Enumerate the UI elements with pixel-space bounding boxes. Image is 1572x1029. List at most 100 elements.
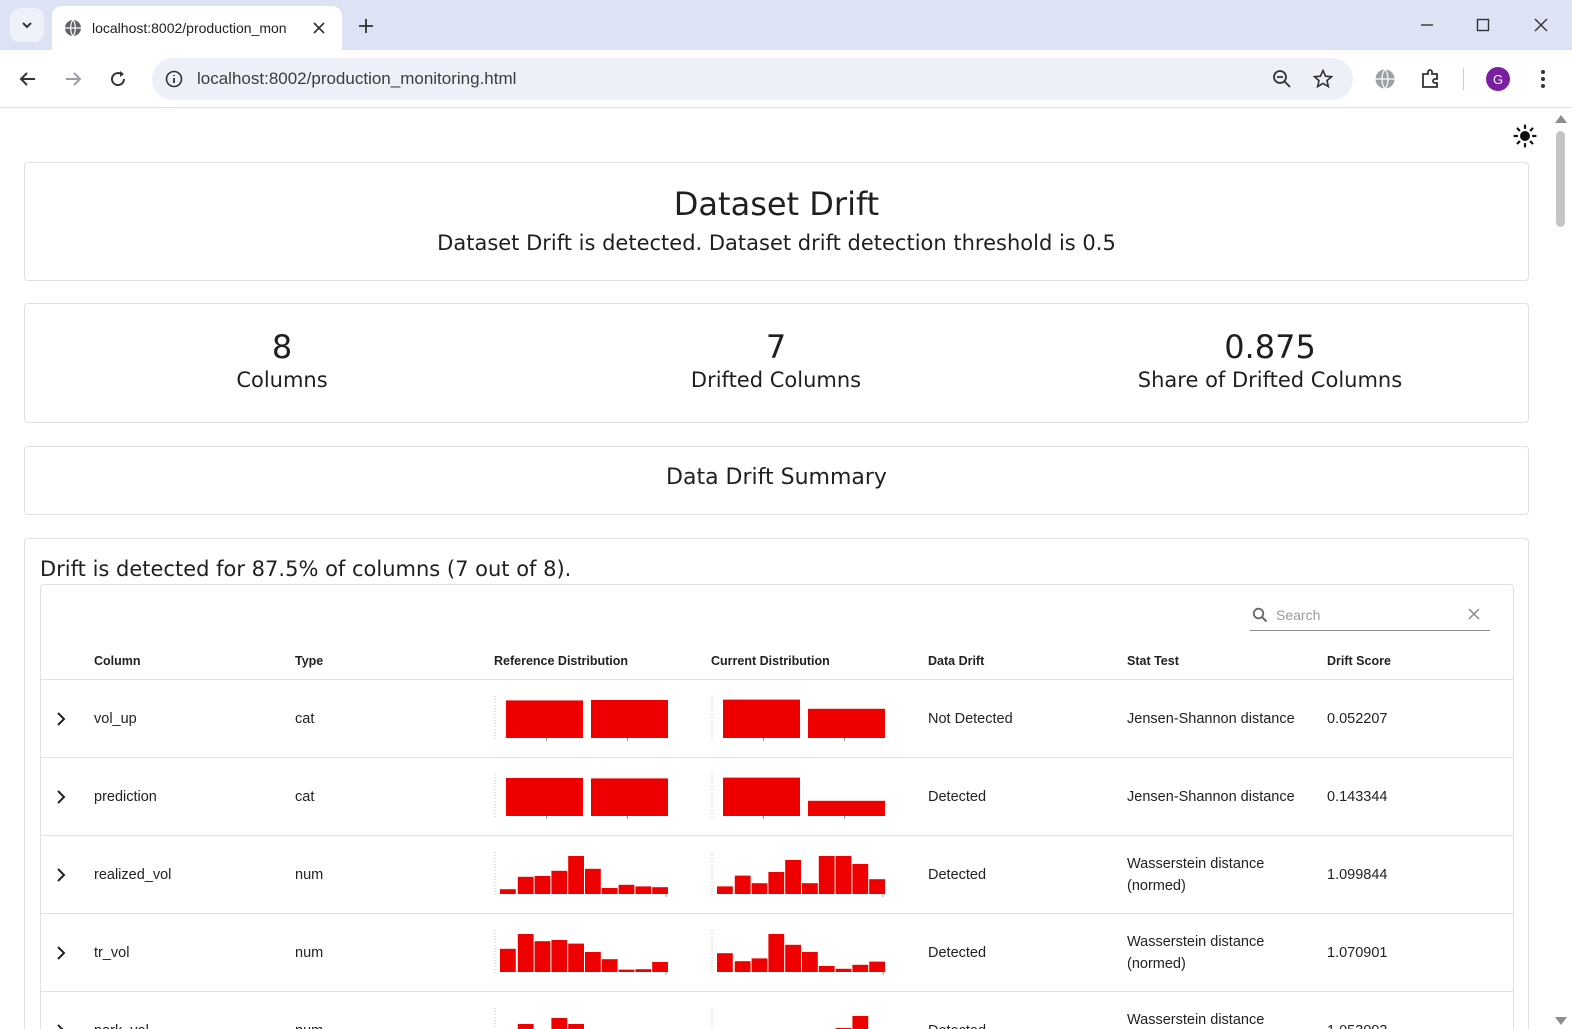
cell-column: realized_vol bbox=[94, 867, 172, 883]
cell-drift-score: 1.099844 bbox=[1327, 867, 1388, 883]
drift-table: Column Type Reference Distribution Curre… bbox=[40, 584, 1514, 1029]
reference-distribution-chart bbox=[494, 774, 668, 819]
bookmark-button[interactable] bbox=[1311, 67, 1335, 91]
header-column[interactable]: Column bbox=[94, 654, 141, 668]
histogram-bar bbox=[723, 699, 800, 738]
close-window-button[interactable] bbox=[1526, 10, 1556, 40]
histogram-bar bbox=[723, 777, 800, 816]
scrollbar-thumb[interactable] bbox=[1556, 131, 1565, 227]
tab-title: localhost:8002/production_mon bbox=[92, 20, 287, 36]
histogram-bar bbox=[517, 1024, 534, 1029]
scroll-down-arrow[interactable] bbox=[1555, 1017, 1567, 1025]
profile-avatar[interactable]: G bbox=[1486, 67, 1510, 91]
zoom-icon bbox=[1273, 70, 1291, 88]
star-icon bbox=[1313, 69, 1333, 89]
histogram-bar bbox=[751, 958, 768, 972]
zoom-button[interactable] bbox=[1270, 67, 1294, 91]
translate-button[interactable] bbox=[1372, 66, 1398, 92]
extensions-icon bbox=[1422, 69, 1438, 88]
histogram-bar bbox=[818, 856, 835, 894]
dataset-drift-subtitle: Dataset Drift is detected. Dataset drift… bbox=[437, 231, 1116, 255]
page-scrollbar[interactable] bbox=[1552, 109, 1572, 1029]
summary-title: Data Drift Summary bbox=[666, 465, 887, 490]
plus-icon bbox=[359, 19, 373, 33]
histogram-bar bbox=[568, 943, 584, 972]
expand-row-button[interactable] bbox=[50, 942, 72, 964]
toolbar-divider bbox=[1463, 68, 1464, 90]
histogram-bar bbox=[652, 887, 668, 894]
header-data-drift[interactable]: Data Drift bbox=[928, 654, 984, 668]
header-type[interactable]: Type bbox=[295, 654, 323, 668]
header-stat-test[interactable]: Stat Test bbox=[1127, 654, 1179, 668]
histogram-bar bbox=[551, 1018, 568, 1029]
site-info-button[interactable] bbox=[162, 67, 186, 91]
cell-type: num bbox=[295, 1020, 323, 1029]
cell-column: tr_vol bbox=[94, 945, 130, 961]
maximize-icon bbox=[1476, 18, 1490, 32]
stat-label: Drifted Columns bbox=[690, 368, 862, 392]
expand-row-button[interactable] bbox=[50, 786, 72, 808]
histogram-bar bbox=[551, 940, 568, 972]
extensions-button[interactable] bbox=[1418, 66, 1444, 92]
cell-data-drift: Not Detected bbox=[928, 711, 1013, 727]
table-row[interactable]: vol_up cat Not Detected Jensen-Shannon dist… bbox=[41, 680, 1513, 758]
address-bar[interactable]: localhost:8002/production_monitoring.htm… bbox=[152, 58, 1353, 100]
header-reference-distribution[interactable]: Reference Distribution bbox=[494, 654, 628, 668]
search-input[interactable] bbox=[1276, 605, 1456, 625]
cell-type: cat bbox=[295, 711, 315, 727]
clear-search-button[interactable] bbox=[1466, 606, 1482, 622]
histogram-bar bbox=[534, 941, 551, 972]
histogram-bar bbox=[506, 778, 583, 816]
histogram-bar bbox=[808, 800, 885, 816]
browser-tab[interactable]: localhost:8002/production_mon bbox=[52, 6, 342, 50]
close-tab-button[interactable] bbox=[308, 17, 330, 39]
back-button[interactable] bbox=[11, 62, 45, 96]
close-icon bbox=[313, 22, 325, 34]
header-current-distribution[interactable]: Current Distribution bbox=[711, 654, 830, 668]
table-row[interactable]: prediction cat Detected Jensen-Shannon dist… bbox=[41, 758, 1513, 836]
dataset-drift-title: Dataset Drift bbox=[673, 185, 880, 223]
histogram-bar bbox=[802, 883, 818, 894]
forward-button[interactable] bbox=[56, 62, 90, 96]
histogram-bar bbox=[517, 876, 534, 894]
new-tab-button[interactable] bbox=[352, 12, 380, 40]
expand-row-button[interactable] bbox=[50, 1020, 72, 1029]
histogram-bar bbox=[635, 886, 652, 894]
theme-toggle-button[interactable] bbox=[1512, 123, 1538, 149]
histogram-bar bbox=[734, 961, 751, 972]
maximize-button[interactable] bbox=[1468, 10, 1498, 40]
table-row[interactable]: park_vol num Detected Wasserstein distance … bbox=[41, 992, 1513, 1029]
histogram-bar bbox=[591, 700, 668, 738]
table-search bbox=[1250, 599, 1490, 631]
header-drift-score[interactable]: Drift Score bbox=[1327, 654, 1391, 668]
cell-data-drift: Detected bbox=[928, 1020, 986, 1029]
table-row[interactable]: realized_vol num Detected Wasserstein dista… bbox=[41, 836, 1513, 914]
chevron-right-icon bbox=[57, 1024, 64, 1029]
histogram-bar bbox=[768, 872, 785, 894]
cell-column: park_vol bbox=[94, 1020, 149, 1029]
tab-list-button[interactable] bbox=[10, 8, 44, 42]
cell-drift-score: 0.143344 bbox=[1327, 789, 1388, 805]
histogram-bar bbox=[517, 934, 534, 972]
expand-row-button[interactable] bbox=[50, 708, 72, 730]
cell-stat-test: Wasserstein distance (normed) bbox=[1127, 856, 1265, 894]
table-row[interactable]: tr_vol num Detected Wasserstein distance (n… bbox=[41, 914, 1513, 992]
histogram-bar bbox=[768, 934, 785, 972]
stat-columns: 8 Columns bbox=[35, 328, 529, 392]
minimize-icon bbox=[1421, 24, 1433, 26]
drift-share-text: Drift is detected for 87.5% of columns (… bbox=[40, 557, 572, 581]
reference-distribution-chart bbox=[494, 696, 668, 741]
minimize-button[interactable] bbox=[1412, 10, 1442, 40]
expand-row-button[interactable] bbox=[50, 864, 72, 886]
url-text[interactable]: localhost:8002/production_monitoring.htm… bbox=[197, 69, 516, 89]
reload-button[interactable] bbox=[101, 62, 135, 96]
stat-value: 0.875 bbox=[1224, 328, 1316, 366]
histogram-bar bbox=[652, 962, 668, 972]
histogram-bar bbox=[802, 952, 818, 972]
close-icon bbox=[1534, 18, 1548, 32]
browser-menu-button[interactable] bbox=[1530, 66, 1556, 92]
scroll-up-arrow[interactable] bbox=[1555, 115, 1567, 123]
dataset-drift-card: Dataset Drift Dataset Drift is detected.… bbox=[24, 162, 1529, 281]
cell-type: num bbox=[295, 945, 324, 961]
histogram-bar bbox=[585, 868, 601, 894]
